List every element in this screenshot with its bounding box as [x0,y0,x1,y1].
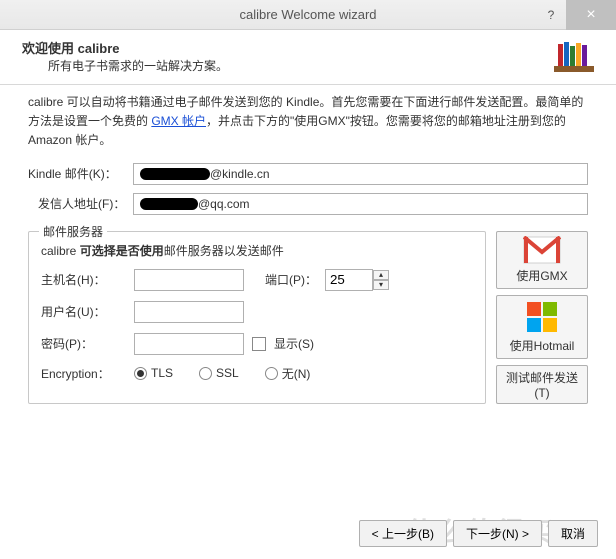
pass-input[interactable] [134,333,244,355]
header: 欢迎使用 calibre 所有电子书需求的一站解决方案。 [0,30,616,80]
encryption-ssl[interactable]: SSL [199,366,239,380]
gmx-link[interactable]: GMX 帐户 [151,114,206,128]
window-title: calibre Welcome wizard [239,7,376,22]
port-up[interactable]: ▴ [373,270,389,280]
intro-text: calibre 可以自动将书籍通过电子邮件发送到您的 Kindle。首先您需要在… [28,93,588,151]
port-input[interactable] [325,269,373,291]
page-subtitle: 所有电子书需求的一站解决方案。 [22,57,554,74]
next-button[interactable]: 下一步(N) > [453,520,542,547]
pass-label: 密码(P)： [41,335,126,352]
back-button[interactable]: < 上一步(B) [359,520,447,547]
close-button[interactable]: × [566,0,616,30]
port-down[interactable]: ▾ [373,280,389,290]
host-input[interactable] [134,269,244,291]
encryption-none[interactable]: 无(N) [265,365,311,382]
titlebar: calibre Welcome wizard ? × [0,0,616,30]
mail-server-group-title: 邮件服务器 [39,223,107,240]
from-email-label: 发信人地址(F)： [38,195,133,212]
windows-icon [525,300,559,334]
titlebar-buttons: ? × [536,0,616,30]
use-hotmail-button[interactable]: 使用Hotmail [496,295,588,359]
books-icon [554,38,594,72]
redacted-text [140,168,210,180]
encryption-tls[interactable]: TLS [134,366,173,380]
server-desc: calibre 可选择是否使用邮件服务器以发送邮件 [41,242,473,259]
port-label: 端口(P)： [262,271,317,288]
wizard-nav: < 上一步(B) 下一步(N) > 取消 [359,520,598,547]
user-input[interactable] [134,301,244,323]
show-password-label: 显示(S) [274,335,314,352]
show-password-checkbox[interactable] [252,337,266,351]
kindle-email-input[interactable]: @kindle.cn [133,163,588,185]
from-email-input[interactable]: @qq.com [133,193,588,215]
gmail-icon [523,236,561,264]
page-title: 欢迎使用 calibre [22,38,554,57]
port-spinner[interactable]: ▴ ▾ [325,269,389,291]
encryption-label: Encryption： [41,365,126,382]
mail-server-group: 邮件服务器 calibre 可选择是否使用邮件服务器以发送邮件 主机名(H)： … [28,231,486,404]
wizard-window: calibre Welcome wizard ? × 欢迎使用 calibre … [0,0,616,559]
help-button[interactable]: ? [536,0,566,30]
cancel-button[interactable]: 取消 [548,520,598,547]
redacted-text [140,198,198,210]
test-mail-button[interactable]: 测试邮件发送(T) [496,365,588,404]
use-gmx-button[interactable]: 使用GMX [496,231,588,289]
kindle-email-label: Kindle 邮件(K)： [28,165,133,182]
user-label: 用户名(U)： [41,303,126,320]
host-label: 主机名(H)： [41,271,126,288]
